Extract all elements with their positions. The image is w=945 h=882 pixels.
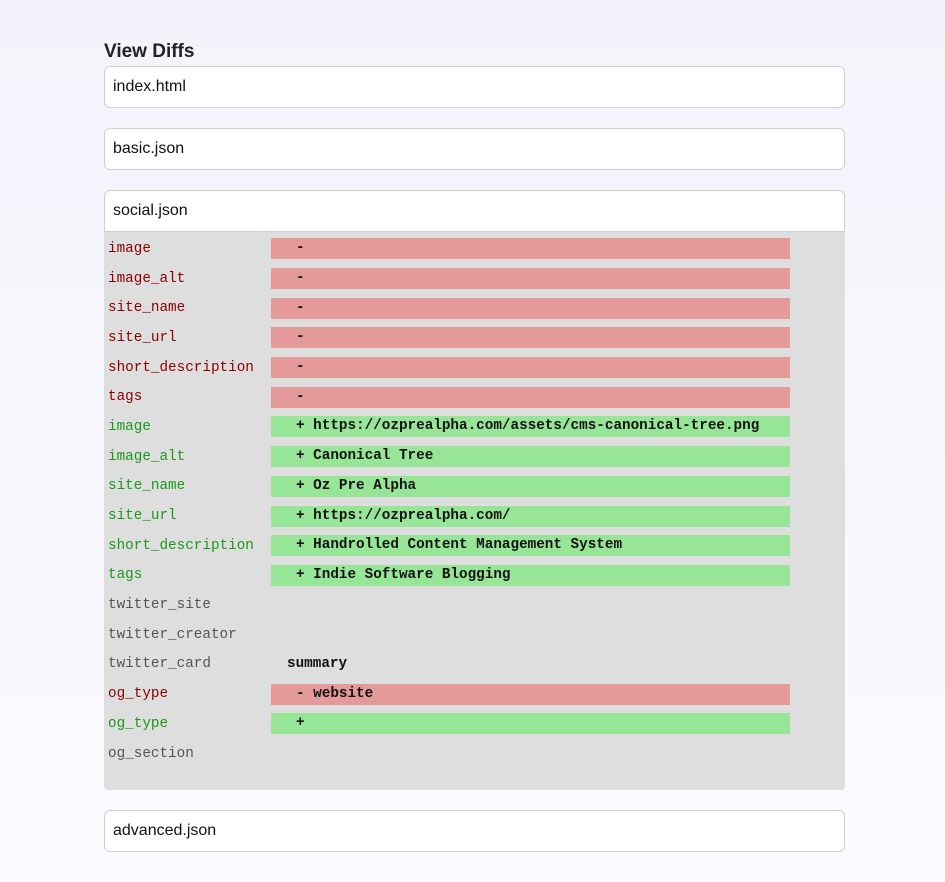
diff-key: site_name: [108, 478, 186, 495]
diff-line-unchanged: og_section: [104, 739, 845, 769]
diff-value: - website: [271, 683, 790, 705]
diff-key: site_url: [108, 508, 177, 525]
file-row-basic-json[interactable]: basic.json: [104, 128, 845, 170]
diff-value: -: [271, 357, 790, 379]
diff-line-added: image + https://ozprealpha.com/assets/cms…: [104, 412, 845, 442]
diff-line-removed: image -: [104, 234, 845, 264]
diff-key: site_name: [108, 300, 186, 317]
file-row-advanced-json[interactable]: advanced.json: [104, 810, 845, 853]
diff-line-added: site_name + Oz Pre Alpha: [104, 472, 845, 502]
diff-value: [271, 595, 790, 616]
diff-line-added: image_alt + Canonical Tree: [104, 442, 845, 472]
diff-value: + Canonical Tree: [271, 446, 790, 468]
diff-key: twitter_creator: [108, 626, 237, 643]
diff-line-removed: site_url -: [104, 323, 845, 353]
diff-value: summary: [287, 655, 348, 672]
diff-key: image_alt: [108, 448, 186, 465]
diff-value: + https://ozprealpha.com/assets/cms-cano…: [271, 416, 790, 438]
diff-line-removed: og_type - website: [104, 679, 845, 709]
diff-line-unchanged: twitter_site: [104, 590, 845, 620]
diff-key: tags: [108, 389, 143, 406]
diff-key: image_alt: [108, 270, 186, 287]
diff-value: + Indie Software Blogging: [271, 564, 790, 586]
diff-line-removed: image_alt -: [104, 264, 845, 294]
diff-line-unchanged: twitter_card summary: [104, 650, 845, 680]
diff-key: site_url: [108, 329, 177, 346]
diff-value: [271, 743, 790, 764]
diff-value: -: [271, 238, 790, 260]
diff-key: image: [108, 240, 151, 257]
diff-key: og_type: [108, 715, 169, 732]
diff-value: -: [271, 297, 790, 319]
diff-value: [271, 624, 790, 645]
diff-key: og_section: [108, 745, 194, 762]
diff-key: tags: [108, 567, 143, 584]
file-row-social-json[interactable]: social.json: [104, 190, 845, 232]
diff-line-removed: short_description -: [104, 353, 845, 383]
diff-key: twitter_card: [108, 656, 211, 673]
diff-line-added: site_url + https://ozprealpha.com/: [104, 501, 845, 531]
diff-key: og_type: [108, 686, 169, 703]
diff-value: +: [271, 713, 790, 735]
diff-value: -: [271, 327, 790, 349]
diff-key: short_description: [108, 359, 254, 376]
diff-value: + Handrolled Content Management System: [271, 535, 790, 557]
diff-key: image: [108, 418, 151, 435]
file-row-index-html[interactable]: index.html: [104, 66, 845, 108]
diff-key: short_description: [108, 537, 254, 554]
diff-line-added: short_description + Handrolled Content Ma…: [104, 531, 845, 561]
diff-value: -: [271, 386, 790, 408]
diff-value: + Oz Pre Alpha: [271, 475, 790, 497]
diff-viewer: View Diffs index.html basic.json social.…: [104, 40, 845, 853]
diff-line-added: og_type +: [104, 709, 845, 739]
diff-line-removed: tags -: [104, 382, 845, 412]
diff-line-removed: site_name -: [104, 293, 845, 323]
diff-key: twitter_site: [108, 597, 211, 614]
page-title: View Diffs: [104, 41, 195, 62]
diff-value: + https://ozprealpha.com/: [271, 505, 790, 527]
diff-panel-social-json: image - image_alt - site_name - site_url - short…: [104, 232, 845, 791]
diff-value: -: [271, 268, 790, 290]
diff-line-added: tags + Indie Software Blogging: [104, 561, 845, 591]
diff-line-unchanged: twitter_creator: [104, 620, 845, 650]
